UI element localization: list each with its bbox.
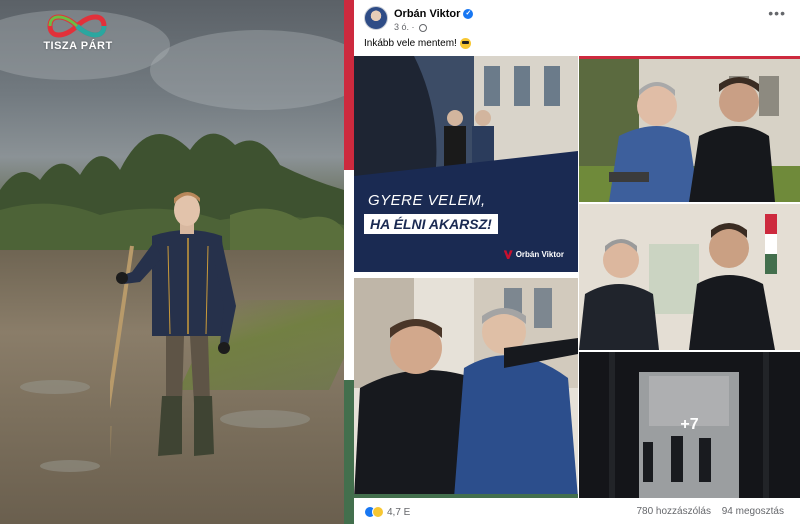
meeting-indoors-photo — [579, 204, 800, 350]
author-name[interactable]: Orbán Viktor — [394, 8, 460, 20]
globe-icon — [419, 23, 428, 32]
brand-label: Orbán Viktor — [515, 250, 564, 259]
photo-tile-meeting-outdoors[interactable] — [579, 56, 800, 202]
post-text-body: Inkább vele mentem! — [364, 38, 457, 50]
shares-count[interactable]: 94 megosztás — [722, 506, 784, 517]
slogan-line-1: GYERE VELEM, — [368, 192, 486, 209]
tisza-video-frame[interactable]: TISZA PÁRT — [0, 0, 344, 524]
puddle — [40, 460, 100, 472]
post-footer: 4,7 E 780 hozzászólás 94 megosztás — [364, 506, 784, 520]
campaign-photo — [354, 56, 578, 276]
photo-tile-more[interactable]: +7 — [579, 352, 800, 498]
sunglasses-emoji-icon — [459, 38, 471, 49]
comments-count[interactable]: 780 hozzászólás — [636, 506, 711, 517]
slogan-line-2: HA ÉLNI AKARSZ! — [364, 214, 498, 234]
embrace-photo — [354, 278, 578, 498]
post-timestamp[interactable]: 3 ó. — [394, 22, 409, 32]
facebook-post: Orbán Viktor ✓ 3 ó. · ••• Inkább vele men… — [344, 0, 800, 524]
cloud — [150, 30, 344, 110]
flag-strip-white — [344, 170, 354, 380]
reactions-count[interactable]: 4,7 E — [387, 507, 410, 518]
author-name-link[interactable]: Orbán Viktor ✓ — [394, 8, 474, 20]
haha-reaction-icon[interactable] — [372, 506, 384, 518]
more-options-icon[interactable]: ••• — [768, 6, 786, 20]
flag-strip-red — [344, 0, 354, 170]
brand-mark: Orbán Viktor — [503, 250, 564, 260]
tisza-logo-text: TISZA PÁRT — [43, 40, 113, 52]
flag-strip-green — [344, 380, 354, 524]
post-meta: 3 ó. · — [394, 22, 428, 32]
fidesz-v-icon — [503, 250, 513, 260]
post-stats: 780 hozzászólás 94 megosztás — [628, 506, 784, 517]
verified-badge-icon: ✓ — [463, 9, 474, 20]
person-with-shovel — [110, 192, 236, 458]
puddle — [20, 380, 90, 394]
photo-tile-meeting-indoors[interactable] — [579, 204, 800, 350]
author-avatar[interactable] — [364, 6, 388, 30]
meeting-outdoors-photo — [579, 56, 800, 202]
post-text: Inkább vele mentem! — [364, 38, 471, 49]
photo-tile-campaign[interactable]: GYERE VELEM, HA ÉLNI AKARSZ! Orbán Vikto… — [354, 56, 578, 276]
more-photos-count[interactable]: +7 — [579, 352, 800, 498]
photo-tile-embrace[interactable] — [354, 278, 578, 498]
